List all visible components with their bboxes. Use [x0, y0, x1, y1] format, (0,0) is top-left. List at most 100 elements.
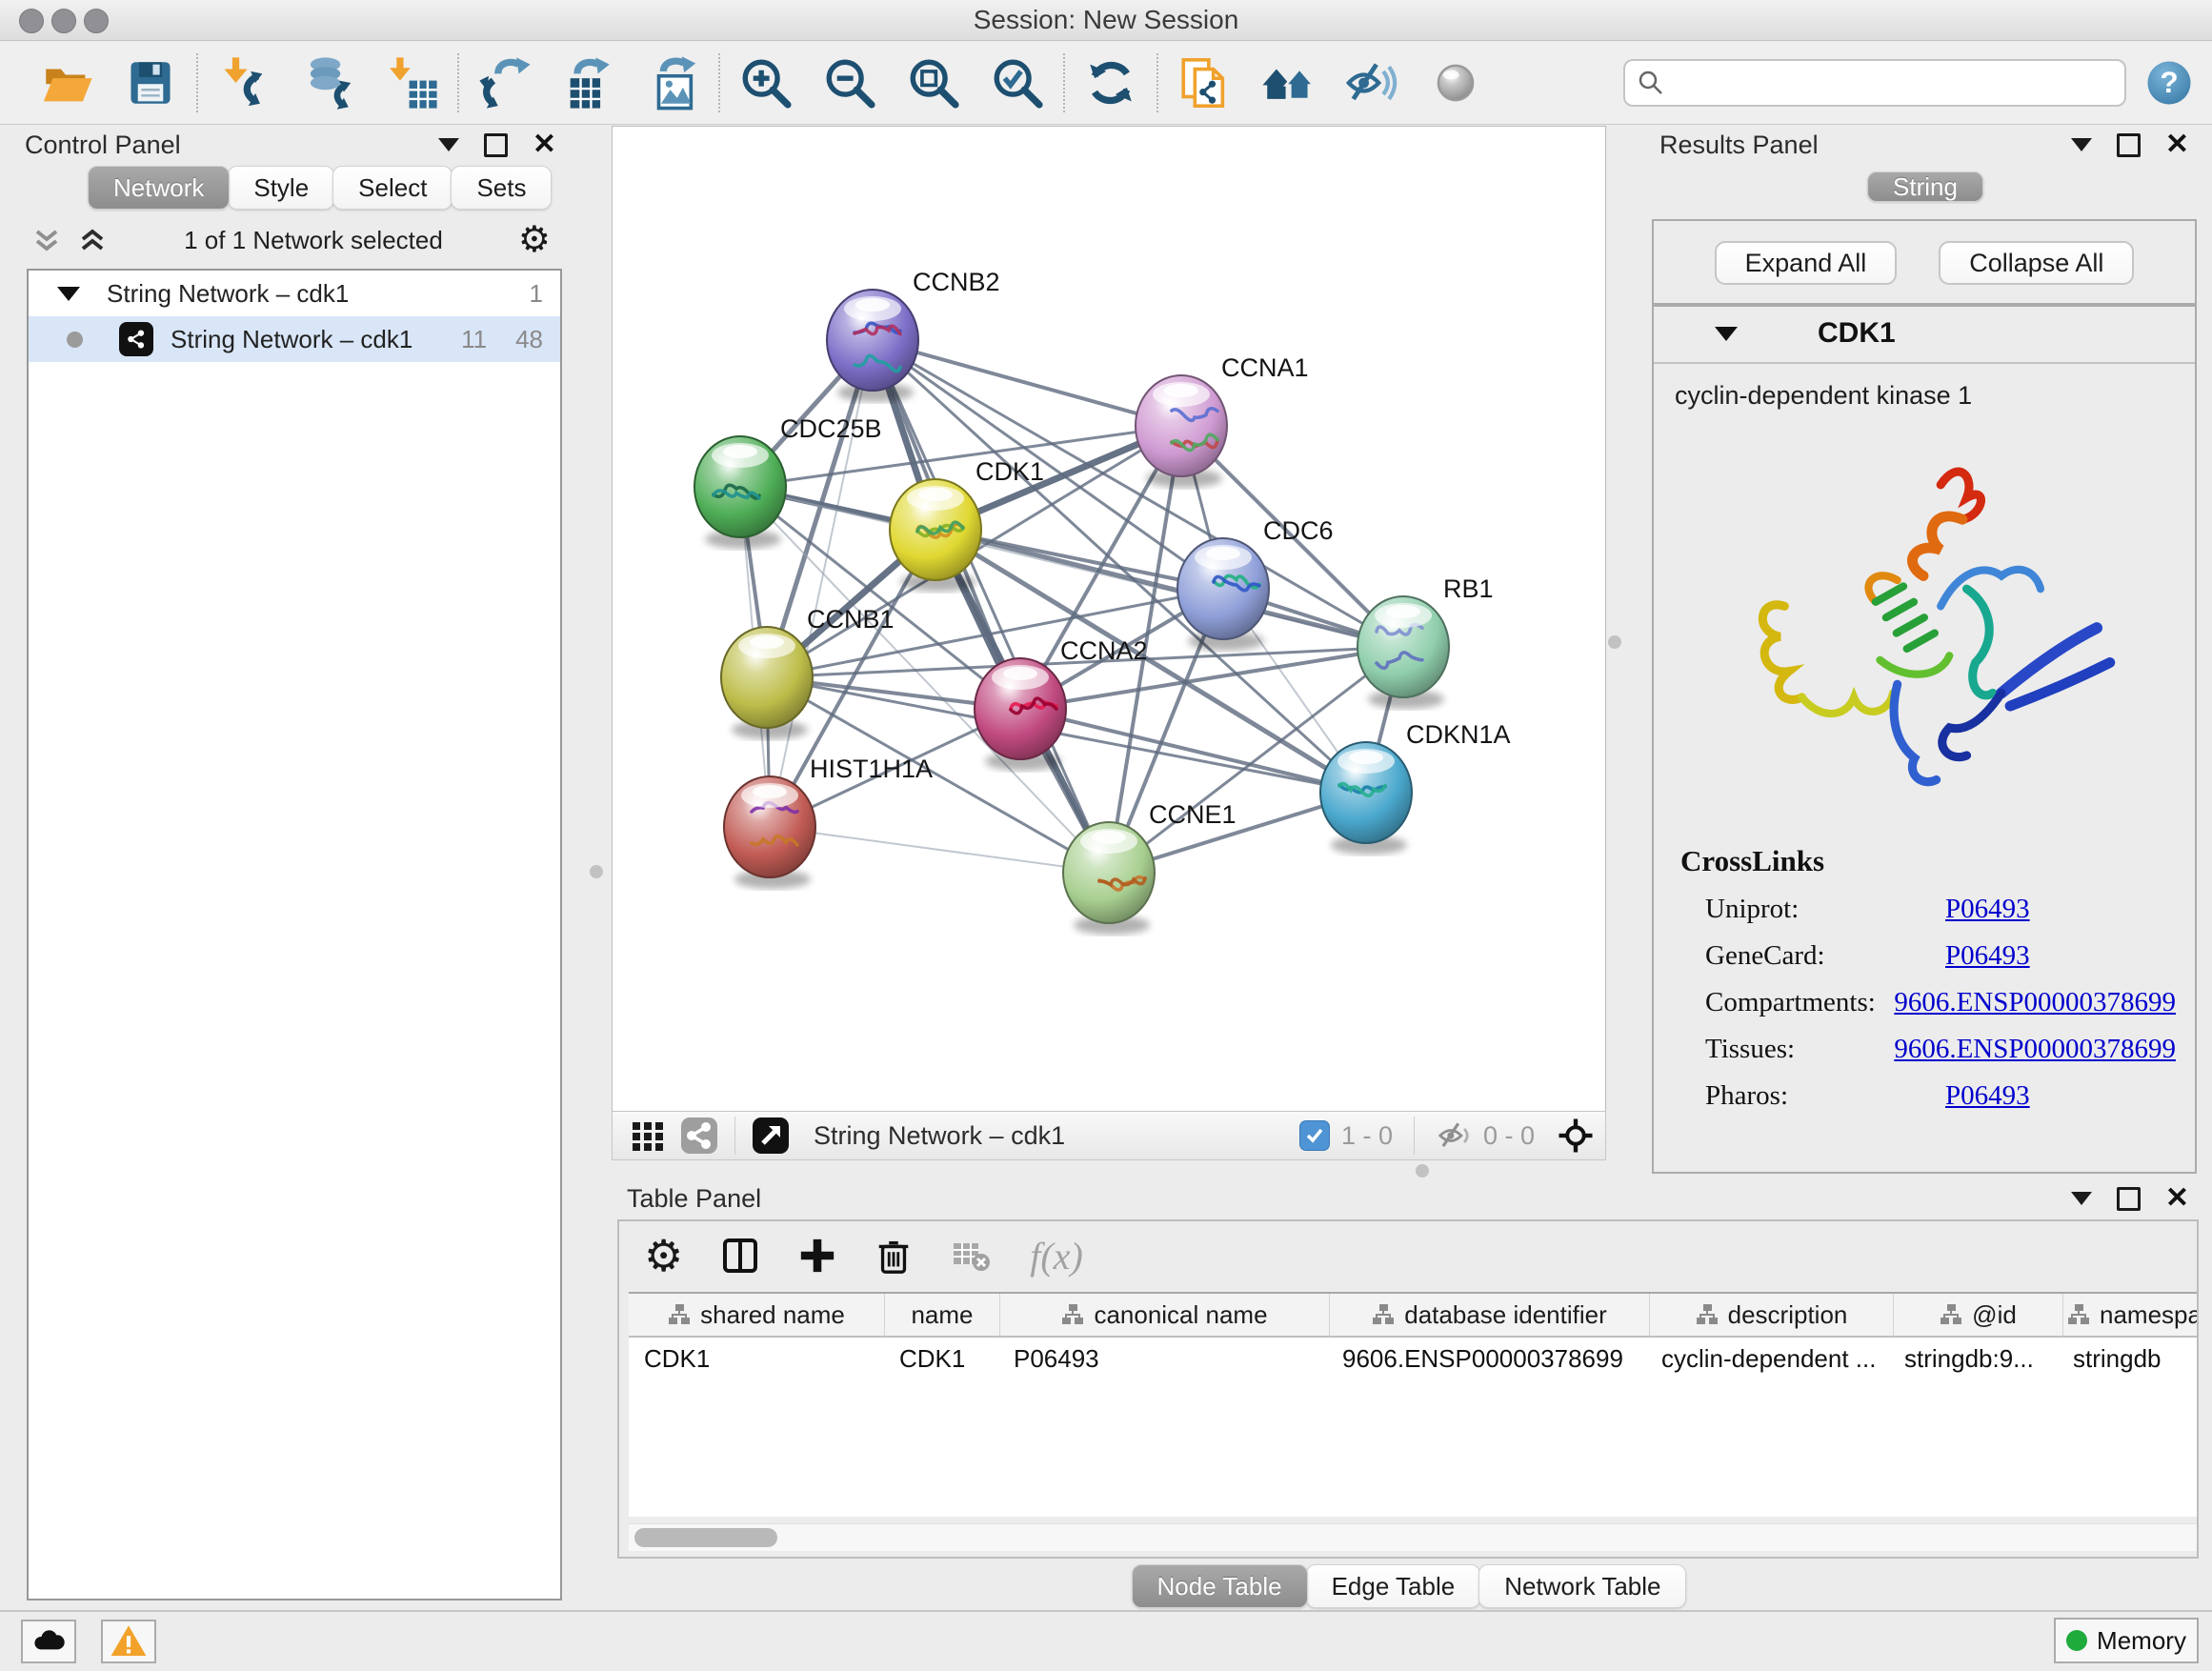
table-cell[interactable]: CDK1 [884, 1338, 998, 1379]
tab-node-table[interactable]: Node Table [1132, 1564, 1308, 1608]
network-node-CDC6[interactable]: CDC6 [1177, 516, 1334, 651]
float-panel-icon[interactable] [2071, 1192, 2092, 1205]
clone-network-button[interactable] [1162, 49, 1246, 117]
delete-column-button[interactable] [874, 1236, 914, 1276]
float-panel-icon[interactable] [438, 138, 459, 151]
network-node-HIST1H1A[interactable]: HIST1H1A [724, 755, 933, 889]
presentation-mode-button[interactable] [1414, 49, 1498, 117]
maximize-panel-icon[interactable] [2117, 1187, 2141, 1211]
left-splitter-handle[interactable] [590, 865, 603, 878]
refresh-button[interactable] [1069, 49, 1153, 117]
network-edge[interactable] [770, 827, 1109, 873]
tab-style[interactable]: Style [228, 166, 334, 210]
collapse-all-button[interactable]: Collapse All [1939, 241, 2134, 285]
network-edge[interactable] [873, 340, 1109, 873]
expand-all-icon[interactable] [76, 224, 109, 256]
function-builder-icon[interactable]: f(x) [1030, 1234, 1083, 1278]
table-cell[interactable]: 9606.ENSP00000378699 [1327, 1338, 1646, 1379]
fit-content-crosshair-icon[interactable] [1556, 1116, 1596, 1156]
save-session-button[interactable] [109, 49, 192, 117]
memory-button[interactable]: Memory [2054, 1618, 2199, 1663]
network-node-RB1[interactable]: RB1 [1357, 574, 1494, 709]
table-options-button[interactable]: ⚙ [644, 1238, 683, 1274]
bottom-splitter-handle[interactable] [1416, 1164, 1429, 1178]
export-table-button[interactable] [547, 49, 631, 117]
tab-select[interactable]: Select [332, 166, 452, 210]
network-node-CCNE1[interactable]: CCNE1 [1063, 800, 1237, 935]
grid-view-button[interactable] [622, 1115, 674, 1157]
network-canvas[interactable]: CCNB2CCNA1CDC25BCDK1CDC6RB1CCNB1CCNA2CDK… [612, 126, 1606, 1113]
crosslink-link[interactable]: 9606.ENSP00000378699 [1894, 987, 2176, 1018]
network-edge[interactable] [935, 530, 1403, 647]
column-header-namespac[interactable]: namespac [2063, 1294, 2197, 1338]
tab-sets[interactable]: Sets [451, 166, 552, 210]
zoom-out-button[interactable] [808, 49, 892, 117]
collapse-all-icon[interactable] [30, 224, 63, 256]
hide-unhide-button[interactable] [1330, 49, 1414, 117]
right-splitter-handle[interactable] [1608, 635, 1621, 649]
birdseye-view-button[interactable] [745, 1115, 796, 1157]
show-columns-button[interactable] [719, 1235, 761, 1277]
table-row[interactable]: CDK1CDK1P064939606.ENSP00000378699cyclin… [629, 1338, 2197, 1379]
zoom-fit-button[interactable] [892, 49, 975, 117]
export-network-button[interactable] [463, 49, 547, 117]
crosslink-link[interactable]: P06493 [1945, 940, 2030, 972]
node-section-header[interactable]: CDK1 [1654, 305, 2195, 364]
import-network-button[interactable] [202, 49, 286, 117]
table-cell[interactable]: stringdb:9... [1889, 1338, 2058, 1379]
collection-expanded-icon[interactable] [57, 287, 80, 301]
scrollbar-thumb[interactable] [634, 1528, 777, 1547]
create-column-button[interactable] [797, 1236, 837, 1276]
tab-network[interactable]: Network [88, 166, 230, 210]
tab-edge-table[interactable]: Edge Table [1306, 1564, 1481, 1608]
import-table-button[interactable] [370, 49, 453, 117]
zoom-selected-button[interactable] [975, 49, 1059, 117]
network-node-CCNB2[interactable]: CCNB2 [827, 268, 1000, 402]
crosslink-link[interactable]: P06493 [1945, 1080, 2030, 1112]
tab-string[interactable]: String [1867, 171, 1983, 202]
help-button[interactable]: ? [2126, 49, 2212, 117]
table-horizontal-scrollbar[interactable] [629, 1523, 2197, 1551]
table-cell[interactable]: stringdb [2058, 1338, 2197, 1379]
crosslink-link[interactable]: P06493 [1945, 894, 2030, 925]
tab-network-table[interactable]: Network Table [1478, 1564, 1686, 1608]
close-panel-icon[interactable]: ✕ [2165, 134, 2189, 155]
maximize-panel-icon[interactable] [2117, 133, 2141, 157]
column-header-shared-name[interactable]: shared name [629, 1294, 885, 1338]
maximize-panel-icon[interactable] [484, 133, 508, 157]
network-edge[interactable] [1020, 709, 1366, 793]
warnings-button[interactable] [101, 1620, 156, 1663]
search-input[interactable] [1665, 63, 2113, 103]
column-header-name[interactable]: name [885, 1294, 1000, 1338]
network-row[interactable]: String Network – cdk1 11 48 [29, 316, 560, 362]
expand-all-button[interactable]: Expand All [1715, 241, 1898, 285]
column-header-description[interactable]: description [1650, 1294, 1894, 1338]
table-cell[interactable]: P06493 [998, 1338, 1327, 1379]
delete-table-button[interactable] [950, 1234, 994, 1278]
export-image-button[interactable] [631, 49, 714, 117]
table-cell[interactable]: CDK1 [629, 1338, 884, 1379]
float-panel-icon[interactable] [2071, 138, 2092, 151]
app-store-button[interactable] [21, 1620, 76, 1663]
table-cell[interactable]: cyclin-dependent ... [1646, 1338, 1889, 1379]
column-header-database-identifier[interactable]: database identifier [1330, 1294, 1650, 1338]
hidden-eye-icon[interactable] [1436, 1117, 1472, 1154]
network-graph[interactable]: CCNB2CCNA1CDC25BCDK1CDC6RB1CCNB1CCNA2CDK… [613, 127, 1605, 1112]
open-session-button[interactable] [25, 49, 109, 117]
network-options-gear-icon[interactable]: ⚙ [518, 222, 551, 258]
node-label: RB1 [1443, 574, 1494, 603]
column-header-canonical-name[interactable]: canonical name [1000, 1294, 1330, 1338]
home-button[interactable] [1246, 49, 1330, 117]
section-expanded-icon[interactable] [1715, 327, 1738, 341]
close-panel-icon[interactable]: ✕ [2165, 1188, 2189, 1209]
import-network-from-database-button[interactable] [286, 49, 370, 117]
network-collection-row[interactable]: String Network – cdk1 1 [29, 271, 560, 316]
network-node-CDKN1A[interactable]: CDKN1A [1320, 720, 1511, 855]
crosslink-link[interactable]: 9606.ENSP00000378699 [1894, 1034, 2176, 1065]
selected-nodes-checkbox[interactable] [1299, 1120, 1330, 1151]
network-view-share-button[interactable] [674, 1115, 725, 1157]
column-header--id[interactable]: @id [1894, 1294, 2063, 1338]
zoom-in-button[interactable] [724, 49, 808, 117]
close-panel-icon[interactable]: ✕ [533, 134, 556, 155]
save-icon [123, 55, 178, 111]
